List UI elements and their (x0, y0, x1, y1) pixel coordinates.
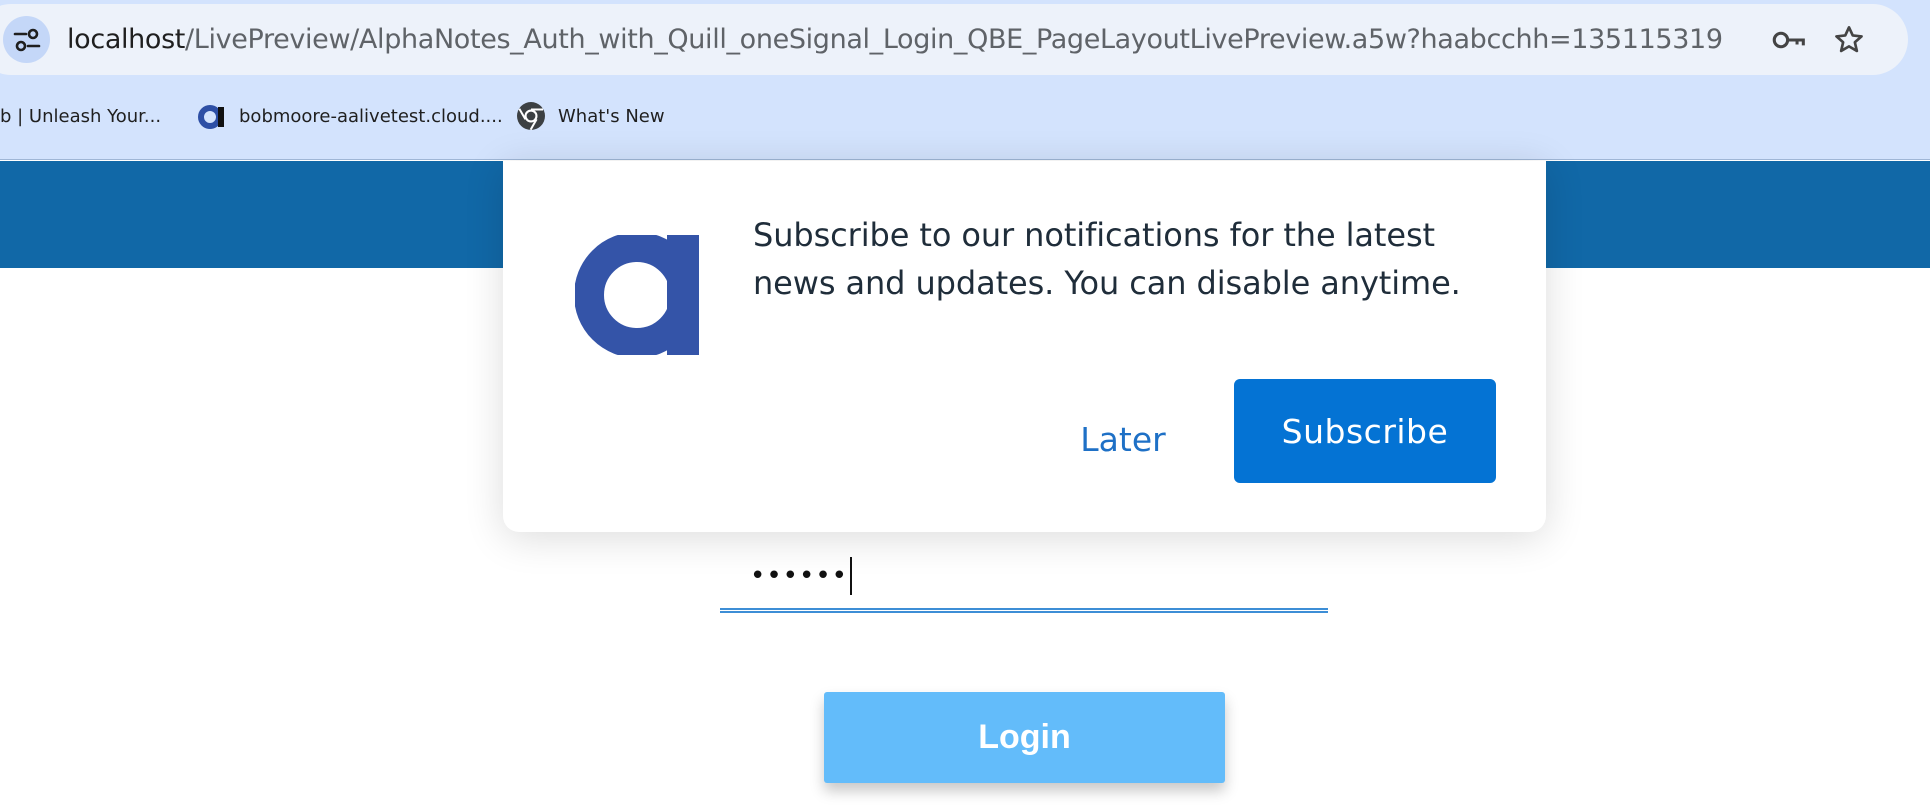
bookmark-unleash[interactable]: b | Unleash Your... (0, 96, 161, 136)
star-icon[interactable] (1832, 23, 1866, 57)
browser-chrome: localhost/LivePreview/AlphaNotes_Auth_wi… (0, 0, 1930, 160)
bookmark-label: What's New (558, 105, 665, 127)
bookmark-label: bobmoore-aalivetest.cloud.... (239, 105, 503, 127)
notification-subscribe-dialog: Subscribe to our notifications for the l… (503, 161, 1546, 532)
login-button[interactable]: Login (824, 692, 1225, 783)
url-path: /LivePreview/AlphaNotes_Auth_with_Quill_… (185, 24, 1723, 55)
alpha-logo-icon (574, 232, 700, 358)
subscribe-button[interactable]: Subscribe (1234, 379, 1496, 483)
address-bar[interactable]: localhost/LivePreview/AlphaNotes_Auth_wi… (0, 4, 1908, 75)
bookmarks-bar: b | Unleash Your... bobmoore-aalivetest.… (0, 96, 1930, 136)
subscribe-message: Subscribe to our notifications for the l… (753, 216, 1461, 302)
bookmark-label: b | Unleash Your... (0, 105, 162, 127)
later-button[interactable]: Later (1043, 409, 1203, 469)
alpha-logo-icon (197, 101, 227, 131)
site-info-icon[interactable] (3, 16, 50, 63)
text-caret (850, 556, 853, 595)
bookmark-bobmoore[interactable]: bobmoore-aalivetest.cloud.... (197, 96, 503, 136)
chrome-icon (516, 101, 546, 131)
url-text[interactable]: localhost/LivePreview/AlphaNotes_Auth_wi… (67, 24, 1723, 55)
password-value: •••••• (750, 560, 849, 591)
bookmark-whats-new[interactable]: What's New (516, 96, 665, 136)
password-field[interactable]: •••••• (720, 543, 1328, 613)
key-icon[interactable] (1772, 23, 1806, 57)
url-host: localhost (67, 24, 186, 55)
